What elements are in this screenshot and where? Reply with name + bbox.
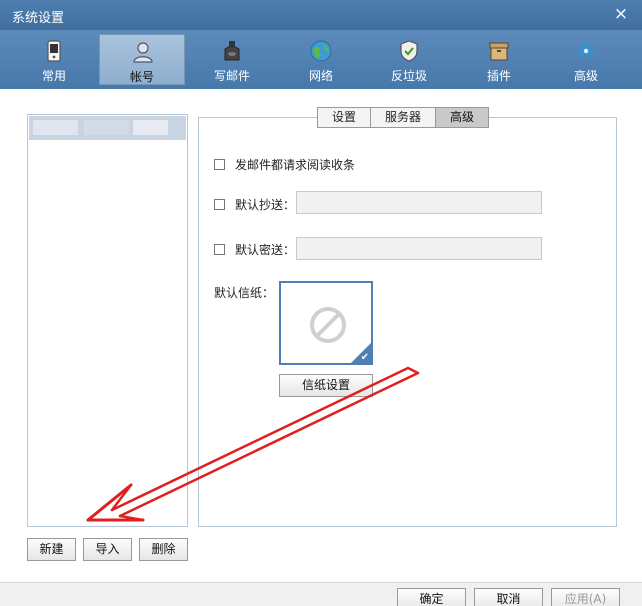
annotation-arrow: [86, 366, 420, 522]
settings-window: 系统设置 × 常用 帐号 写邮件 网络 反垃圾 插件 高级 设置 服务器 高级 …: [0, 0, 642, 606]
